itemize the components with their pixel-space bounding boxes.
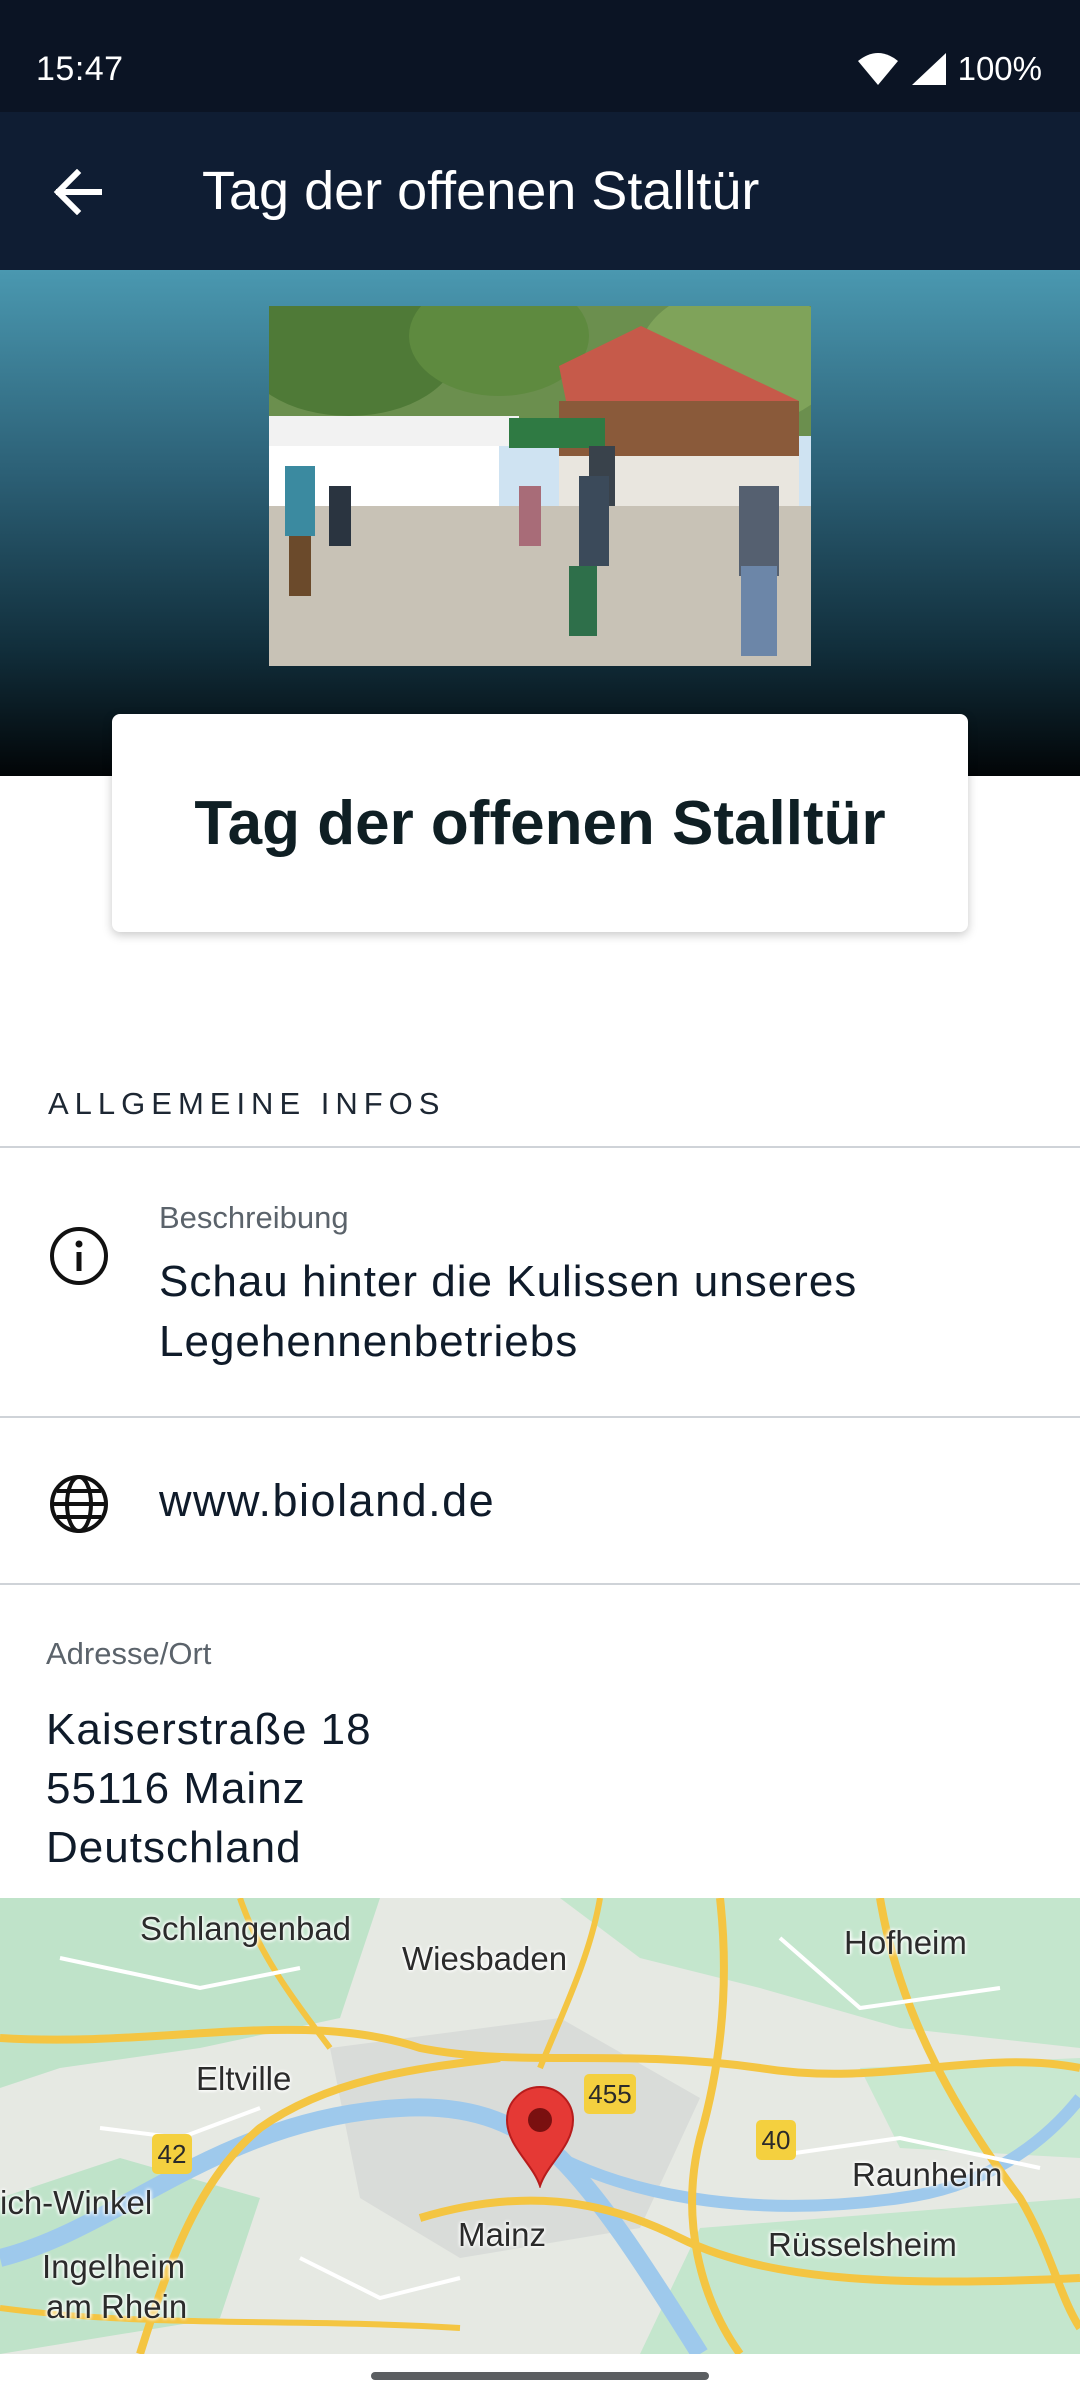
event-title-card: Tag der offenen Stalltür	[112, 714, 968, 932]
road-shield-40: 40	[756, 2120, 796, 2160]
map-pin-icon[interactable]	[505, 2084, 575, 2188]
description-value: Schau hinter die Kulissen unseres Legehe…	[159, 1257, 858, 1366]
address-city: 55116 Mainz	[46, 1764, 306, 1813]
section-header-general: ALLGEMEINE INFOS	[48, 1086, 446, 1121]
status-time: 15:47	[36, 50, 124, 88]
map-label-raunheim: Raunheim	[852, 2156, 1003, 2193]
globe-icon	[50, 1475, 108, 1533]
wifi-icon	[857, 53, 898, 85]
map-label-ruesselsheim: Rüsselsheim	[768, 2226, 957, 2263]
event-title: Tag der offenen Stalltür	[194, 788, 886, 858]
location-map[interactable]: Schlangenbad Wiesbaden Hofheim Eltville …	[0, 1898, 1080, 2354]
divider	[0, 1583, 1080, 1585]
hero-banner	[0, 270, 1080, 776]
map-label-winkel: ich-Winkel	[0, 2184, 153, 2221]
app-bar: Tag der offenen Stalltür	[0, 112, 1080, 270]
status-icons: 100%	[856, 50, 1042, 88]
cell-signal-icon	[911, 53, 946, 85]
website-link[interactable]: www.bioland.de	[159, 1475, 495, 1527]
road-shield-42: 42	[152, 2134, 192, 2174]
map-label-schlangenbad: Schlangenbad	[140, 1910, 352, 1947]
battery-level: 100%	[957, 50, 1042, 87]
arrow-left-icon	[53, 169, 102, 215]
back-button[interactable]	[38, 152, 118, 232]
map-label-hofheim: Hofheim	[844, 1924, 967, 1961]
gesture-nav-handle[interactable]	[371, 2372, 709, 2380]
address-country: Deutschland	[46, 1823, 302, 1872]
divider	[0, 1146, 1080, 1148]
address-street: Kaiserstraße 18	[46, 1705, 372, 1754]
map-label-wiesbaden: Wiesbaden	[402, 1940, 568, 1977]
map-label-ingelheim: Ingelheim	[42, 2248, 186, 2285]
divider	[0, 1416, 1080, 1418]
event-photo	[269, 306, 811, 666]
address-label: Adresse/Ort	[46, 1636, 212, 1671]
map-label-am-rhein: am Rhein	[46, 2288, 188, 2325]
info-icon	[50, 1227, 108, 1285]
description-label: Beschreibung	[159, 1200, 349, 1235]
page-title: Tag der offenen Stalltür	[202, 161, 760, 221]
map-label-eltville: Eltville	[196, 2060, 292, 2097]
map-label-mainz: Mainz	[458, 2216, 547, 2253]
road-shield-455: 455	[584, 2074, 636, 2114]
status-bar: 15:47 100%	[0, 0, 1080, 112]
